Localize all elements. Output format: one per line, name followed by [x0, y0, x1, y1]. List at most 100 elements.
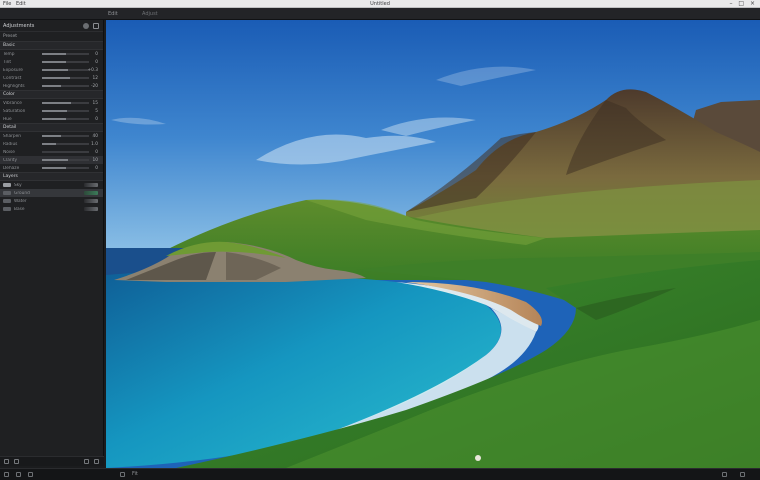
adjust-slider[interactable]	[42, 159, 89, 161]
adjust-value[interactable]: 0	[95, 166, 98, 171]
layer-thumbnail	[3, 199, 11, 203]
adjust-row-vibrance[interactable]: Vibrance 15	[0, 99, 103, 107]
adjust-row-radius[interactable]: Radius 1.0	[0, 140, 103, 148]
adjust-row-base[interactable]: Base	[0, 205, 103, 213]
adjust-label: Radius	[3, 141, 18, 147]
panel-options-icon[interactable]	[83, 23, 89, 29]
slider-fill	[42, 102, 72, 104]
section-header-detail[interactable]: Detail	[0, 123, 103, 132]
adjust-label: Highlights	[3, 83, 25, 89]
adjust-value[interactable]: 40	[93, 134, 98, 139]
adjust-label: Sky	[14, 182, 22, 188]
adjust-slider[interactable]	[42, 151, 89, 153]
adjust-row-ground[interactable]: Ground	[0, 189, 103, 197]
top-toolbar: Edit Adjust	[0, 8, 760, 20]
adjust-row-saturation[interactable]: Saturation 5	[0, 107, 103, 115]
slider-fill	[42, 118, 66, 120]
adjust-value[interactable]: 0	[95, 52, 98, 57]
adjust-value[interactable]: 0	[95, 117, 98, 122]
adjust-slider[interactable]	[42, 118, 89, 120]
window-titlebar: File Edit Untitled – □ ×	[0, 0, 760, 8]
adjust-row-dehaze[interactable]: Dehaze 0	[0, 164, 103, 172]
layer-thumbnail	[3, 207, 11, 211]
adjust-slider[interactable]	[42, 77, 89, 79]
slider-fill	[42, 143, 57, 145]
adjust-row-sharpen[interactable]: Sharpen 40	[0, 132, 103, 140]
slider-fill	[42, 110, 68, 112]
panel-menu-icon[interactable]	[93, 23, 99, 29]
adjust-value[interactable]: 5	[95, 109, 98, 114]
adjust-row-water[interactable]: Water	[0, 197, 103, 205]
adjust-label: Dehaze	[3, 165, 20, 171]
adjustment-sections: Basic Temp 0 Tint 0 Exposure +0.3 Contrast 12 Hig…	[0, 41, 103, 213]
layers-icon[interactable]	[16, 472, 21, 477]
window-controls[interactable]: – □ ×	[729, 0, 757, 7]
slider-fill	[42, 159, 68, 161]
adjust-value[interactable]: 10	[93, 158, 98, 163]
adjustments-panel: Adjustments Preset Basic Temp 0 Tint 0 Exposu…	[0, 20, 104, 466]
adjust-row-hue[interactable]: Hue 0	[0, 115, 103, 123]
toolbar-tab-adjust[interactable]: Adjust	[142, 11, 158, 17]
panel-footer	[0, 456, 104, 466]
adjust-label: Saturation	[3, 108, 26, 114]
fullscreen-icon[interactable]	[740, 472, 745, 477]
adjust-row-clarity[interactable]: Clarity 10	[0, 156, 103, 164]
settings-icon[interactable]	[94, 459, 99, 464]
adjust-value[interactable]: 15	[93, 101, 98, 106]
slider-fill	[42, 61, 66, 63]
slider-fill	[42, 77, 71, 79]
adjust-row-noise[interactable]: Noise 0	[0, 148, 103, 156]
adjust-slider[interactable]	[42, 167, 89, 169]
adjust-value[interactable]: 0	[95, 150, 98, 155]
adjust-label: Temp	[3, 51, 15, 57]
history-icon[interactable]	[28, 472, 33, 477]
adjust-slider[interactable]	[42, 135, 89, 137]
adjust-slider[interactable]	[42, 110, 89, 112]
image-canvas[interactable]	[106, 20, 760, 468]
adjust-row-tint[interactable]: Tint 0	[0, 58, 103, 66]
adjust-slider[interactable]	[42, 85, 89, 87]
toolbar-tab-edit[interactable]: Edit	[108, 11, 118, 17]
adjust-label: Hue	[3, 116, 12, 122]
layer-visibility-swatch[interactable]	[84, 191, 98, 195]
layer-visibility-swatch[interactable]	[84, 199, 98, 203]
layer-thumbnail	[3, 191, 11, 195]
layer-thumbnail	[3, 183, 11, 187]
adjust-label: Tint	[3, 59, 12, 65]
panel-title: Adjustments	[3, 22, 35, 29]
adjust-row-exposure[interactable]: Exposure +0.3	[0, 66, 103, 74]
trash-icon[interactable]	[84, 459, 89, 464]
compare-icon[interactable]	[722, 472, 727, 477]
status-bar: Fit	[0, 468, 760, 480]
adjust-row-highlights[interactable]: Highlights -20	[0, 82, 103, 90]
preset-row[interactable]: Preset	[0, 32, 103, 41]
left-tool-icon[interactable]	[4, 472, 9, 477]
adjust-row-temp[interactable]: Temp 0	[0, 50, 103, 58]
layer-visibility-swatch[interactable]	[84, 183, 98, 187]
layer-visibility-swatch[interactable]	[84, 207, 98, 211]
fit-icon[interactable]	[120, 472, 125, 477]
adjust-label: Clarity	[3, 157, 18, 163]
adjust-value[interactable]: +0.3	[88, 68, 98, 73]
slider-fill	[42, 85, 61, 87]
adjust-slider[interactable]	[42, 53, 89, 55]
section-header-basic[interactable]: Basic	[0, 41, 103, 50]
section-header-layers[interactable]: Layers	[0, 172, 103, 181]
adjust-value[interactable]: 0	[95, 60, 98, 65]
adjust-value[interactable]: 12	[93, 76, 98, 81]
section-header-color[interactable]: Color	[0, 90, 103, 99]
adjust-label: Vibrance	[3, 100, 22, 106]
preset-label: Preset	[3, 34, 18, 39]
adjust-slider[interactable]	[42, 102, 89, 104]
duplicate-icon[interactable]	[14, 459, 19, 464]
adjust-slider[interactable]	[42, 61, 89, 63]
add-icon[interactable]	[4, 459, 9, 464]
adjust-row-contrast[interactable]: Contrast 12	[0, 74, 103, 82]
zoom-level[interactable]: Fit	[132, 471, 138, 477]
adjust-slider[interactable]	[42, 69, 89, 71]
adjust-value[interactable]: -20	[91, 84, 98, 89]
adjust-slider[interactable]	[42, 143, 89, 145]
window-title: Untitled	[370, 1, 390, 7]
adjust-value[interactable]: 1.0	[91, 142, 98, 147]
adjust-row-sky[interactable]: Sky	[0, 181, 103, 189]
